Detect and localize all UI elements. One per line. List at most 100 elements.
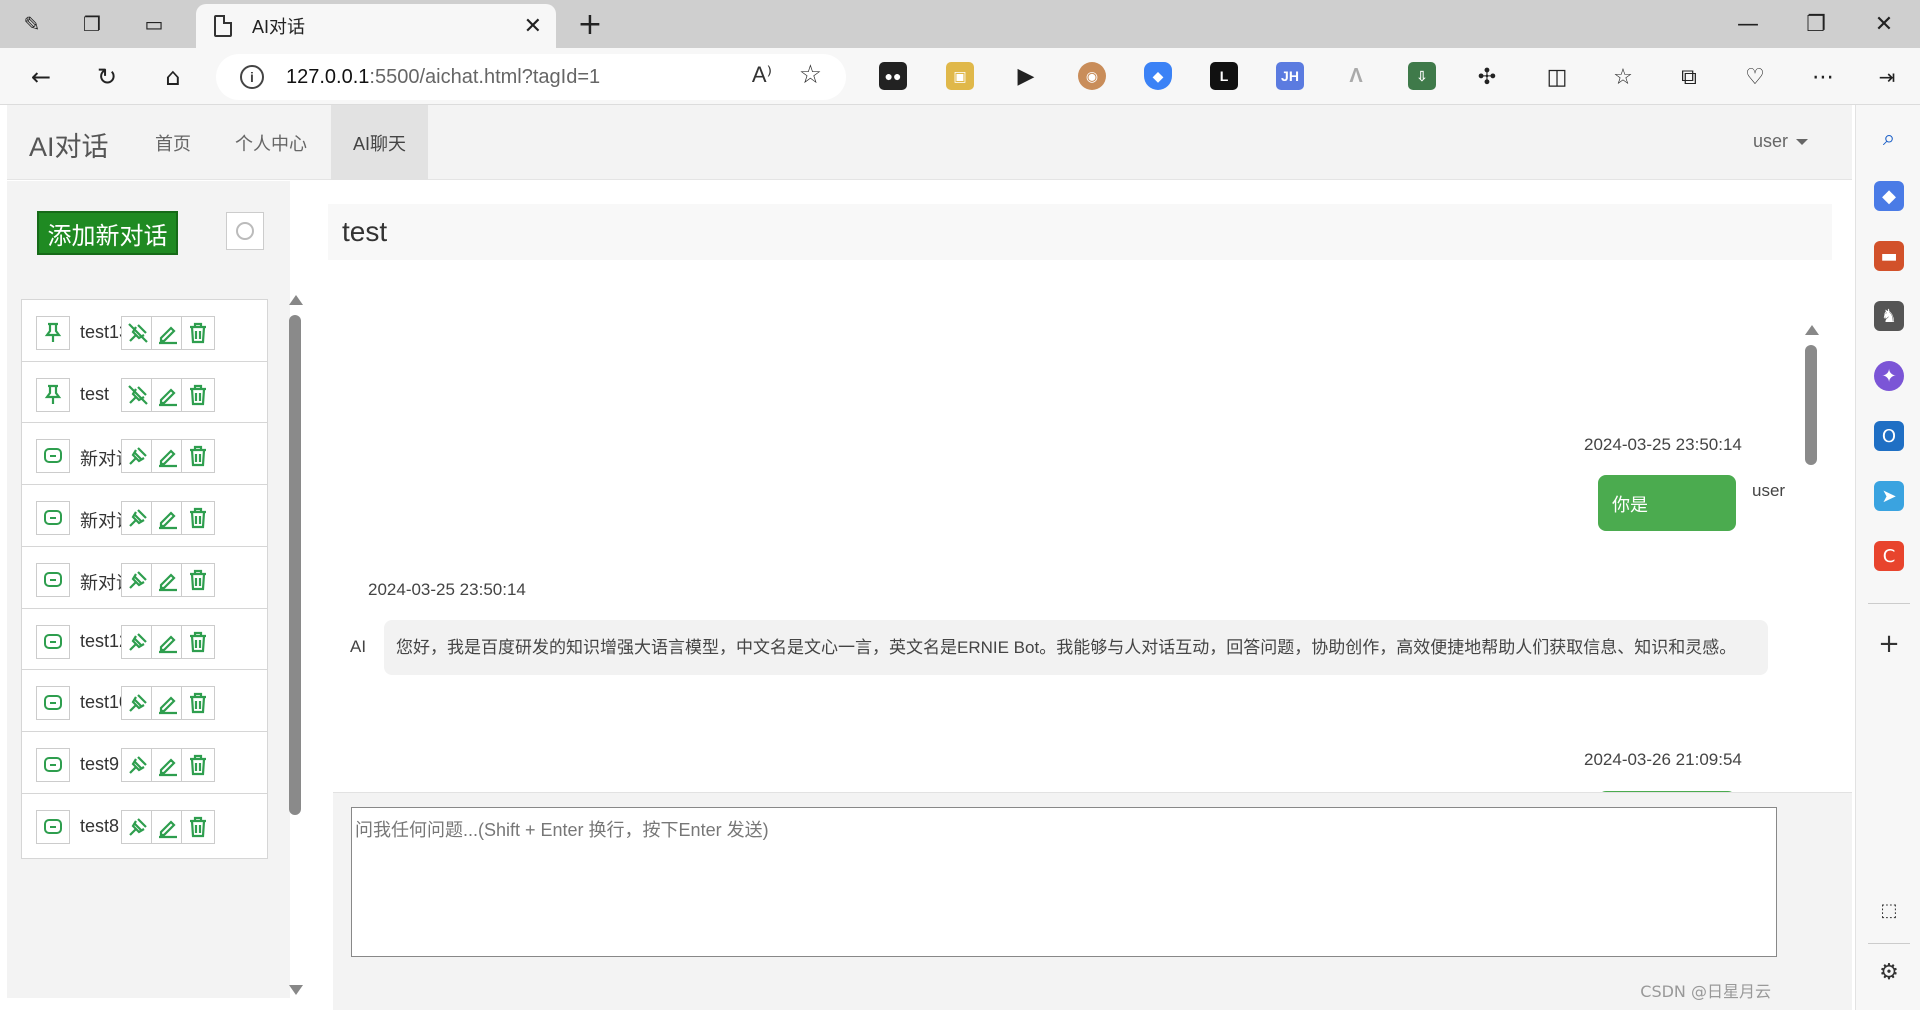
pin-icon[interactable] xyxy=(121,686,155,721)
scroll-thumb[interactable] xyxy=(289,315,301,815)
browser-tab-title: AI对话 xyxy=(252,17,306,37)
new-tab-button[interactable]: + xyxy=(572,6,608,42)
delete-icon[interactable] xyxy=(181,439,215,474)
pin-icon[interactable] xyxy=(121,562,155,597)
delete-icon[interactable] xyxy=(181,316,215,350)
conversation-name: test9 xyxy=(80,753,120,774)
pin-icon[interactable] xyxy=(121,501,155,536)
split-screen-icon[interactable]: ◫ xyxy=(1540,60,1574,94)
extension-shield-icon[interactable]: ◆ xyxy=(1144,62,1172,90)
close-tab-icon[interactable]: ✕ xyxy=(524,14,542,39)
app-brand[interactable]: AI对话 xyxy=(29,125,109,164)
rail-send-icon[interactable]: ➤ xyxy=(1874,481,1904,511)
rail-settings-icon[interactable]: ⚙ xyxy=(1874,957,1904,987)
unpin-icon[interactable] xyxy=(121,377,155,412)
reload-icon[interactable]: ↻ xyxy=(90,60,124,94)
scroll-thumb[interactable] xyxy=(1805,345,1817,465)
delete-icon[interactable] xyxy=(181,686,215,721)
pin-icon[interactable] xyxy=(121,809,155,844)
minimize-icon[interactable]: — xyxy=(1728,6,1768,42)
search-icon[interactable] xyxy=(226,212,264,250)
rail-add-icon[interactable]: + xyxy=(1874,629,1904,659)
rail-outlook-icon[interactable]: O xyxy=(1874,421,1904,451)
address-bar[interactable]: i 127.0.0.1:5500/aichat.html?tagId=1 A⁾ … xyxy=(216,54,846,100)
scroll-up-icon[interactable] xyxy=(289,295,303,305)
rail-copilot-icon[interactable]: ✦ xyxy=(1874,361,1904,391)
browser-essentials-icon[interactable]: ♡ xyxy=(1738,60,1772,94)
delete-icon[interactable] xyxy=(181,377,215,412)
delete-icon[interactable] xyxy=(181,747,215,782)
collections-icon[interactable]: ⧉ xyxy=(1672,60,1706,94)
nav-profile[interactable]: 个人中心 xyxy=(235,105,307,180)
edit-icon[interactable] xyxy=(151,686,185,721)
edit-icon[interactable] xyxy=(151,501,185,536)
edit-icon[interactable] xyxy=(151,747,185,782)
home-icon[interactable]: ⌂ xyxy=(156,60,190,94)
scroll-up-icon[interactable] xyxy=(1805,325,1819,335)
rail-csdn-icon[interactable]: C xyxy=(1874,541,1904,571)
list-item[interactable]: test9 xyxy=(21,730,268,797)
rail-tools-icon[interactable]: ▬ xyxy=(1874,241,1904,271)
edit-icon[interactable] xyxy=(151,562,185,597)
rail-games-icon[interactable]: ♞ xyxy=(1874,301,1904,331)
address-url[interactable]: 127.0.0.1:5500/aichat.html?tagId=1 xyxy=(286,66,600,89)
list-item[interactable]: 新对话 xyxy=(21,484,268,551)
edit-icon[interactable] xyxy=(151,809,185,844)
extension-face-icon[interactable]: ◉ xyxy=(1078,62,1106,90)
extension-tampermonkey-icon[interactable]: ●● xyxy=(879,62,907,90)
extension-play-icon[interactable]: ▶ xyxy=(1012,62,1040,90)
delete-icon[interactable] xyxy=(181,809,215,844)
list-item[interactable]: test12 xyxy=(21,607,268,674)
extensions-puzzle-icon[interactable]: ✣ xyxy=(1470,60,1504,94)
list-item[interactable]: test13 xyxy=(21,299,268,365)
delete-icon[interactable] xyxy=(181,624,215,659)
list-item[interactable]: 新对话 xyxy=(21,422,268,489)
close-window-icon[interactable]: ✕ xyxy=(1864,6,1904,42)
favorite-star-icon[interactable]: ☆ xyxy=(799,60,822,90)
sidebar-toggle-icon[interactable]: ⇥ xyxy=(1870,60,1904,94)
user-name: user xyxy=(1752,131,1788,151)
rail-search-icon[interactable]: ⌕ xyxy=(1874,123,1904,153)
back-icon[interactable]: ← xyxy=(24,60,58,94)
workspaces-icon[interactable]: ❐ xyxy=(76,8,108,40)
list-item[interactable]: test10 xyxy=(21,669,268,736)
delete-icon[interactable] xyxy=(181,562,215,597)
edit-icon[interactable] xyxy=(151,377,185,412)
list-item[interactable]: test xyxy=(21,360,268,427)
extension-download-icon[interactable]: ⇩ xyxy=(1408,62,1436,90)
browser-profile-icon[interactable]: ✎ xyxy=(16,8,48,40)
chat-scrollbar[interactable] xyxy=(1804,325,1819,795)
site-info-icon[interactable]: i xyxy=(240,65,264,89)
more-menu-icon[interactable]: ⋯ xyxy=(1806,60,1840,94)
unpin-icon[interactable] xyxy=(121,316,155,350)
extension-jh-icon[interactable]: JH xyxy=(1276,62,1304,90)
tab-actions-icon[interactable]: ▭ xyxy=(138,8,170,40)
nav-ai-chat[interactable]: AI聊天 xyxy=(331,105,429,180)
rail-screenshot-icon[interactable]: ⬚ xyxy=(1874,895,1904,925)
scroll-down-icon[interactable] xyxy=(289,985,303,995)
nav-home[interactable]: 首页 xyxy=(155,105,191,180)
edit-icon[interactable] xyxy=(151,624,185,659)
pin-icon[interactable] xyxy=(121,624,155,659)
list-item[interactable]: test8 xyxy=(21,792,268,859)
message-input[interactable] xyxy=(351,807,1777,957)
edit-icon[interactable] xyxy=(151,316,185,350)
pin-icon[interactable] xyxy=(121,747,155,782)
browser-tab-active[interactable]: AI对话 ✕ xyxy=(196,4,556,48)
extension-l-icon[interactable]: L xyxy=(1210,62,1238,90)
read-aloud-icon[interactable]: A⁾ xyxy=(752,62,772,88)
extension-a-icon[interactable]: Λ xyxy=(1342,62,1370,90)
rail-shopping-icon[interactable]: ◆ xyxy=(1874,181,1904,211)
add-conversation-button[interactable]: 添加新对话 xyxy=(37,211,178,255)
extension-image-icon[interactable]: ▣ xyxy=(946,62,974,90)
pin-icon[interactable] xyxy=(121,439,155,474)
favorites-icon[interactable]: ☆ xyxy=(1606,60,1640,94)
user-menu[interactable]: user xyxy=(1753,131,1808,152)
list-item[interactable]: 新对话 xyxy=(21,545,268,612)
message-area: 2024-03-25 23:50:14 你是 user 2024-03-25 2… xyxy=(328,310,1800,792)
user-message-bubble: 你是 xyxy=(1598,475,1736,531)
conversation-scrollbar[interactable] xyxy=(288,295,303,995)
delete-icon[interactable] xyxy=(181,501,215,536)
edit-icon[interactable] xyxy=(151,439,185,474)
restore-icon[interactable]: ❐ xyxy=(1796,6,1836,42)
